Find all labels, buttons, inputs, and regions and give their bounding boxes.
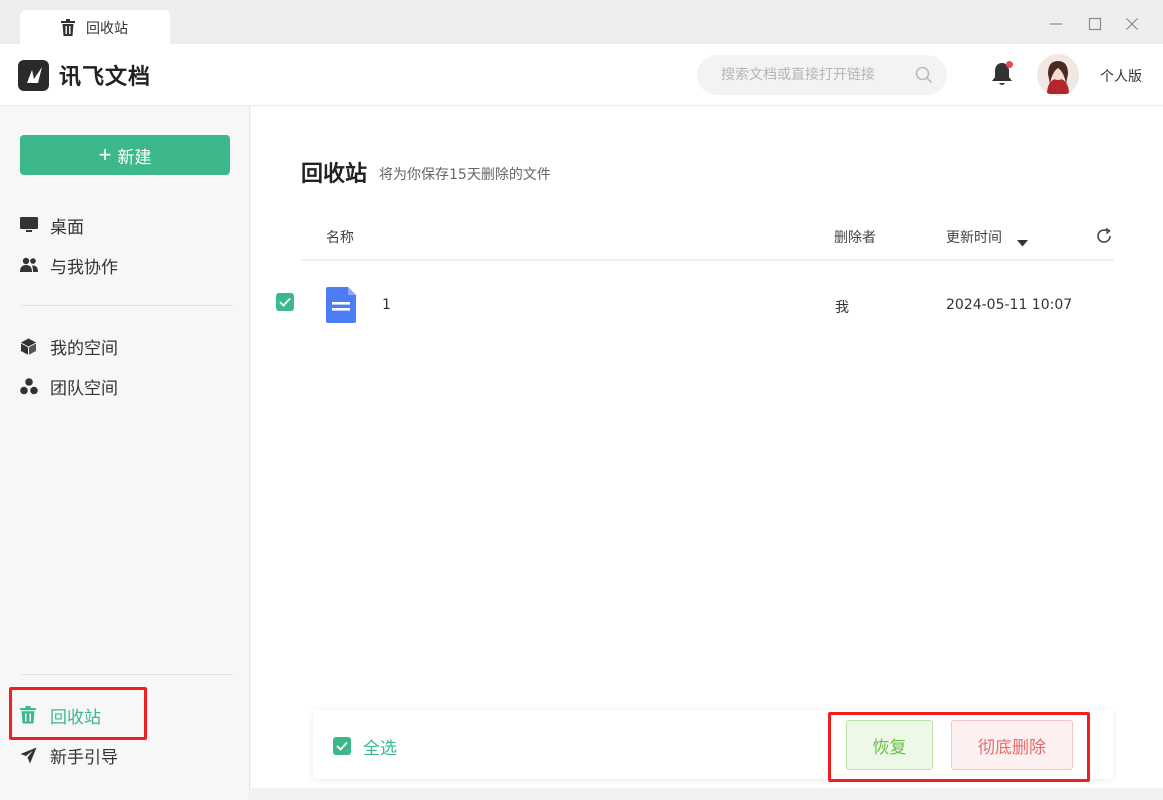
sidebar-divider (22, 674, 233, 675)
new-button[interactable]: + 新建 (20, 135, 230, 175)
search-input[interactable] (721, 67, 921, 83)
search-icon[interactable] (915, 66, 933, 88)
sidebar-item-guide[interactable]: 新手引导 (20, 740, 230, 770)
plan-label[interactable]: 个人版 (1100, 66, 1142, 86)
app-name: 讯飞文档 (59, 65, 152, 90)
sidebar-item-my-space[interactable]: 我的空间 (20, 331, 230, 361)
sidebar-item-team-space[interactable]: 团队空间 (20, 371, 230, 401)
document-icon (326, 287, 356, 327)
highlight-box-recycle-bin (9, 687, 147, 740)
select-all-checkbox[interactable] (333, 737, 351, 755)
sidebar-item-shared[interactable]: 与我协作 (20, 250, 230, 280)
plus-icon: + (98, 142, 112, 167)
column-header-updated[interactable]: 更新时间 (946, 227, 1002, 247)
search-box[interactable] (697, 55, 947, 95)
cube-icon (20, 338, 40, 355)
paper-plane-icon (20, 747, 40, 764)
file-updated-time: 2024-05-11 10:07 (946, 297, 1073, 313)
tab-bar: 回收站 (0, 0, 1163, 45)
trash-icon (60, 19, 76, 40)
desktop-icon (20, 217, 40, 233)
horizontal-scrollbar[interactable] (251, 788, 1163, 800)
notification-badge (1006, 61, 1013, 68)
select-all-label[interactable]: 全选 (363, 734, 397, 759)
maximize-button[interactable] (1087, 16, 1103, 32)
page-subtitle: 将为你保存15天删除的文件 (379, 167, 551, 183)
row-checkbox[interactable] (276, 293, 294, 311)
refresh-icon[interactable] (1095, 227, 1113, 249)
tab-label: 回收站 (86, 20, 128, 37)
sidebar-divider (22, 305, 233, 306)
new-button-label: 新建 (117, 147, 152, 167)
team-icon (20, 377, 40, 395)
close-button[interactable] (1124, 16, 1140, 32)
minimize-button[interactable] (1048, 16, 1064, 32)
highlight-box-actions (828, 712, 1090, 782)
column-header-deleter[interactable]: 删除者 (834, 227, 876, 247)
app-header: 讯飞文档 个人版 (0, 44, 1163, 106)
column-header-name[interactable]: 名称 (326, 227, 354, 247)
sort-down-icon[interactable] (1017, 232, 1028, 251)
sidebar: + 新建 桌面 与我协作 我的空间 团队空间 回收站 新手引导 (0, 106, 250, 800)
sidebar-item-desktop[interactable]: 桌面 (20, 210, 230, 240)
app-logo[interactable]: 讯飞文档 (18, 59, 151, 91)
users-icon (20, 257, 40, 273)
sidebar-item-label: 团队空间 (50, 378, 118, 399)
sidebar-item-label: 我的空间 (50, 338, 118, 359)
logo-icon (18, 59, 49, 91)
file-deleter: 我 (835, 300, 849, 316)
sidebar-item-label: 新手引导 (50, 747, 118, 768)
file-name[interactable]: 1 (382, 297, 391, 313)
main-content: 回收站 将为你保存15天删除的文件 名称 删除者 更新时间 1 我 2024-0… (251, 106, 1163, 800)
sidebar-item-label: 桌面 (50, 217, 84, 238)
table-header-divider (301, 259, 1114, 261)
sidebar-item-label: 与我协作 (50, 257, 118, 278)
page-title: 回收站 (301, 162, 368, 187)
avatar[interactable] (1037, 54, 1079, 96)
tab-recycle-bin[interactable]: 回收站 (20, 10, 170, 45)
